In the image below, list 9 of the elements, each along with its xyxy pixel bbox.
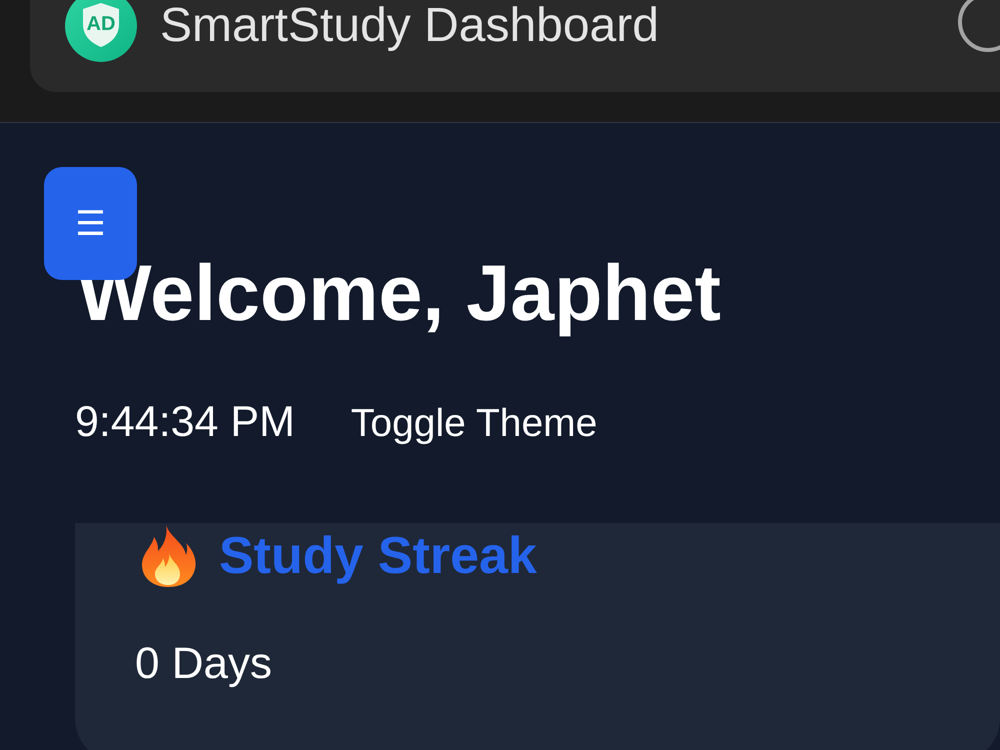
shield-icon (81, 2, 121, 48)
menu-button[interactable]: ☰ (44, 167, 137, 280)
toggle-theme-button[interactable]: Toggle Theme (346, 401, 602, 447)
card-title: Study Streak (219, 526, 537, 587)
streak-count: 0 Days (135, 638, 272, 690)
logo-text: AD (86, 14, 116, 34)
clock-time: 9:44:34 PM (75, 397, 295, 448)
app-title: SmartStudy Dashboard (160, 0, 659, 54)
fire-icon (140, 525, 197, 587)
